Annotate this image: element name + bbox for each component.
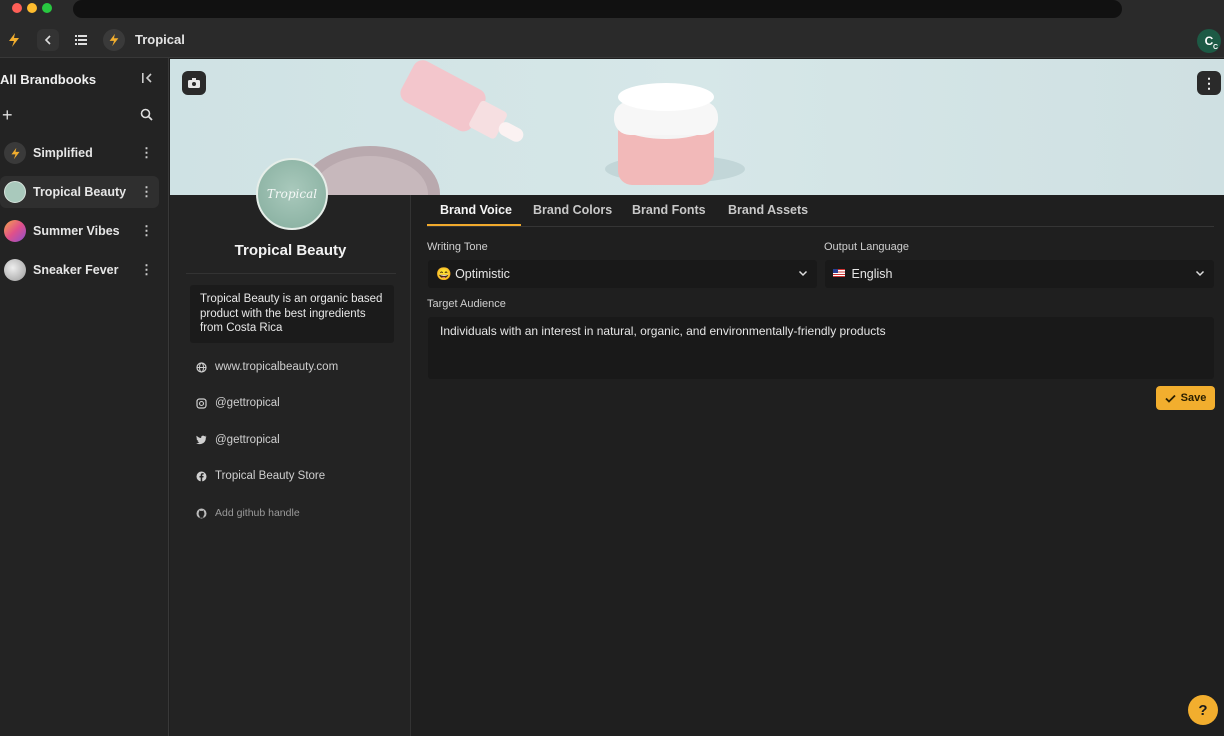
tropical-beauty-avatar bbox=[4, 181, 26, 203]
brand-profile-panel: Tropical Tropical Beauty Tropical Beauty… bbox=[170, 158, 411, 736]
summer-vibes-avatar bbox=[4, 220, 26, 242]
facebook-link[interactable]: Tropical Beauty Store bbox=[196, 470, 325, 482]
sidebar-item-label: Summer Vibes bbox=[33, 224, 120, 238]
more-options-icon[interactable]: ⋮ bbox=[140, 145, 153, 161]
facebook-icon bbox=[196, 471, 207, 482]
sneaker-fever-avatar bbox=[4, 259, 26, 281]
writing-tone-label: Writing Tone bbox=[427, 241, 488, 253]
change-cover-button[interactable] bbox=[182, 71, 206, 95]
brand-details-panel: Brand Voice Brand Colors Brand Fonts Bra… bbox=[412, 195, 1224, 736]
chevron-down-icon bbox=[1195, 270, 1205, 277]
brand-tabs: Brand Voice Brand Colors Brand Fonts Bra… bbox=[427, 195, 1214, 227]
sidebar-item-label: Simplified bbox=[33, 146, 93, 160]
sidebar-item-sneaker-fever[interactable]: Sneaker Fever ⋮ bbox=[0, 254, 159, 286]
facebook-text: Tropical Beauty Store bbox=[215, 470, 326, 482]
active-tab-indicator bbox=[427, 224, 521, 226]
cover-photo-illustration bbox=[300, 60, 745, 195]
instagram-link[interactable]: @gettropical bbox=[196, 397, 280, 409]
sidebar-item-label: Tropical Beauty bbox=[33, 185, 127, 199]
brand-logo[interactable]: Tropical bbox=[256, 158, 328, 230]
github-icon bbox=[196, 508, 207, 519]
save-button-label: Save bbox=[1180, 392, 1207, 404]
collapse-sidebar-icon[interactable] bbox=[141, 72, 153, 87]
window-titlebar bbox=[0, 0, 1224, 20]
optimistic-emoji-icon: 😄 bbox=[436, 267, 452, 281]
website-link[interactable]: www.tropicalbeauty.com bbox=[196, 361, 338, 373]
maximize-window-dot[interactable] bbox=[42, 3, 52, 13]
more-options-icon[interactable]: ⋮ bbox=[140, 223, 153, 239]
sidebar-item-simplified[interactable]: Simplified ⋮ bbox=[0, 137, 159, 169]
twitter-link[interactable]: @gettropical bbox=[196, 434, 280, 446]
user-avatar[interactable]: C C bbox=[1197, 29, 1221, 53]
cover-banner-image: ⋮ bbox=[170, 59, 1224, 195]
close-window-dot[interactable] bbox=[12, 3, 22, 13]
add-brandbook-icon[interactable]: + bbox=[2, 106, 13, 124]
instagram-icon bbox=[196, 397, 207, 409]
sidebar-item-summer-vibes[interactable]: Summer Vibes ⋮ bbox=[0, 215, 159, 247]
more-options-icon[interactable]: ⋮ bbox=[140, 184, 153, 200]
brand-description[interactable]: Tropical Beauty is an organic based prod… bbox=[190, 285, 394, 343]
target-audience-label: Target Audience bbox=[427, 298, 506, 310]
output-language-select[interactable]: English bbox=[825, 260, 1214, 288]
website-text: www.tropicalbeauty.com bbox=[215, 361, 339, 373]
tab-brand-voice[interactable]: Brand Voice bbox=[440, 203, 512, 217]
writing-tone-value: Optimistic bbox=[455, 267, 510, 281]
output-language-label: Output Language bbox=[824, 241, 910, 253]
chevron-down-icon bbox=[798, 270, 808, 277]
camera-icon bbox=[188, 78, 200, 88]
tab-brand-fonts[interactable]: Brand Fonts bbox=[632, 203, 706, 217]
workspace-logo-icon[interactable] bbox=[103, 29, 125, 51]
twitter-text: @gettropical bbox=[215, 434, 280, 446]
brand-logo-text: Tropical bbox=[266, 187, 318, 201]
globe-icon bbox=[196, 361, 207, 373]
sidebar-item-label: Sneaker Fever bbox=[33, 263, 119, 277]
back-button[interactable] bbox=[37, 29, 59, 51]
sidebar-heading: All Brandbooks bbox=[0, 72, 97, 87]
instagram-text: @gettropical bbox=[215, 397, 280, 409]
github-link[interactable]: Add github handle bbox=[196, 507, 300, 519]
output-language-value: English bbox=[851, 267, 893, 281]
brandbooks-sidebar: All Brandbooks + Simplified ⋮ Tropical B… bbox=[0, 58, 169, 736]
app-logo-icon[interactable] bbox=[3, 29, 25, 51]
minimize-window-dot[interactable] bbox=[27, 3, 37, 13]
toolbar-title: Tropical bbox=[135, 32, 185, 47]
user-avatar-badge: C bbox=[1212, 44, 1218, 51]
more-options-icon[interactable]: ⋮ bbox=[140, 262, 153, 278]
address-bar[interactable] bbox=[73, 0, 1122, 18]
simplified-logo-icon bbox=[4, 142, 26, 164]
list-menu-icon[interactable] bbox=[70, 29, 92, 51]
search-icon[interactable] bbox=[140, 108, 154, 122]
writing-tone-select[interactable]: 😄 Optimistic bbox=[428, 260, 817, 288]
target-audience-input[interactable]: Individuals with an interest in natural,… bbox=[428, 317, 1214, 379]
github-text: Add github handle bbox=[215, 507, 300, 519]
save-button[interactable]: Save bbox=[1156, 386, 1215, 410]
banner-more-options-button[interactable]: ⋮ bbox=[1197, 71, 1221, 95]
app-toolbar: Tropical C C bbox=[0, 20, 1224, 58]
divider bbox=[186, 273, 396, 274]
twitter-icon bbox=[196, 435, 207, 446]
sidebar-item-tropical-beauty[interactable]: Tropical Beauty ⋮ bbox=[0, 176, 159, 208]
tab-brand-assets[interactable]: Brand Assets bbox=[728, 203, 808, 217]
check-icon bbox=[1165, 394, 1176, 403]
tab-brand-colors[interactable]: Brand Colors bbox=[533, 203, 612, 217]
us-flag-icon bbox=[833, 269, 845, 277]
help-button[interactable]: ? bbox=[1188, 695, 1218, 725]
brand-name: Tropical Beauty bbox=[234, 242, 347, 259]
